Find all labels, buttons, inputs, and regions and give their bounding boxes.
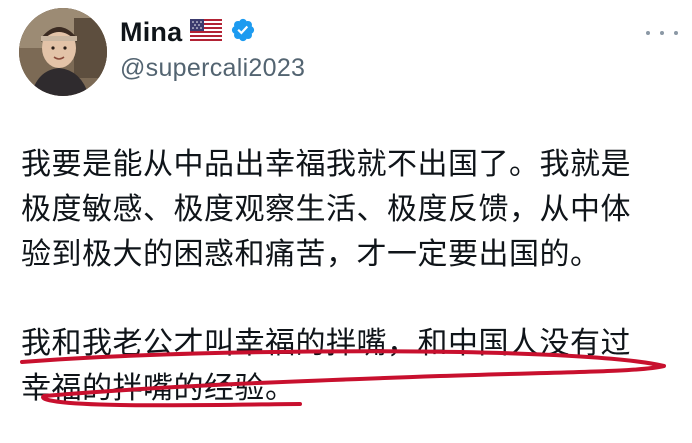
display-name[interactable]: Mina xyxy=(120,17,182,48)
more-options-icon[interactable] xyxy=(646,26,678,40)
tweet-text: 我要是能从中品出幸福我就不出国了。我就是 极度敏感、极度观察生活、极度反馈，从中… xyxy=(21,142,681,411)
tweet-card: Mina @supercali2023 我要是能从中品出幸福我就不出国了。我就是… xyxy=(0,0,692,443)
tweet-paragraph-2: 我和我老公才叫幸福的拌嘴，和中国人没有过 幸福的拌嘴的经验。 xyxy=(21,321,681,411)
tweet-line: 幸福的拌嘴的经验。 xyxy=(21,371,296,406)
more-dot xyxy=(674,31,678,35)
verified-badge-icon[interactable] xyxy=(230,17,256,47)
more-dot xyxy=(660,31,664,35)
display-name-row[interactable]: Mina xyxy=(120,14,256,50)
tweet-line: 极度敏感、极度观察生活、极度反馈，从中体 xyxy=(21,192,631,227)
avatar[interactable] xyxy=(19,8,107,96)
tweet-paragraph-1: 我要是能从中品出幸福我就不出国了。我就是 极度敏感、极度观察生活、极度反馈，从中… xyxy=(21,142,681,277)
more-dot xyxy=(646,31,650,35)
tweet-line: 我和我老公才叫幸福的拌嘴，和中国人没有过 xyxy=(21,326,631,361)
user-handle[interactable]: @supercali2023 xyxy=(120,54,305,83)
tweet-line: 我要是能从中品出幸福我就不出国了。我就是 xyxy=(21,147,631,182)
profile-photo-icon xyxy=(19,8,107,96)
us-flag-icon xyxy=(190,19,223,45)
tweet-line: 验到极大的困惑和痛苦，才一定要出国的。 xyxy=(21,237,601,272)
